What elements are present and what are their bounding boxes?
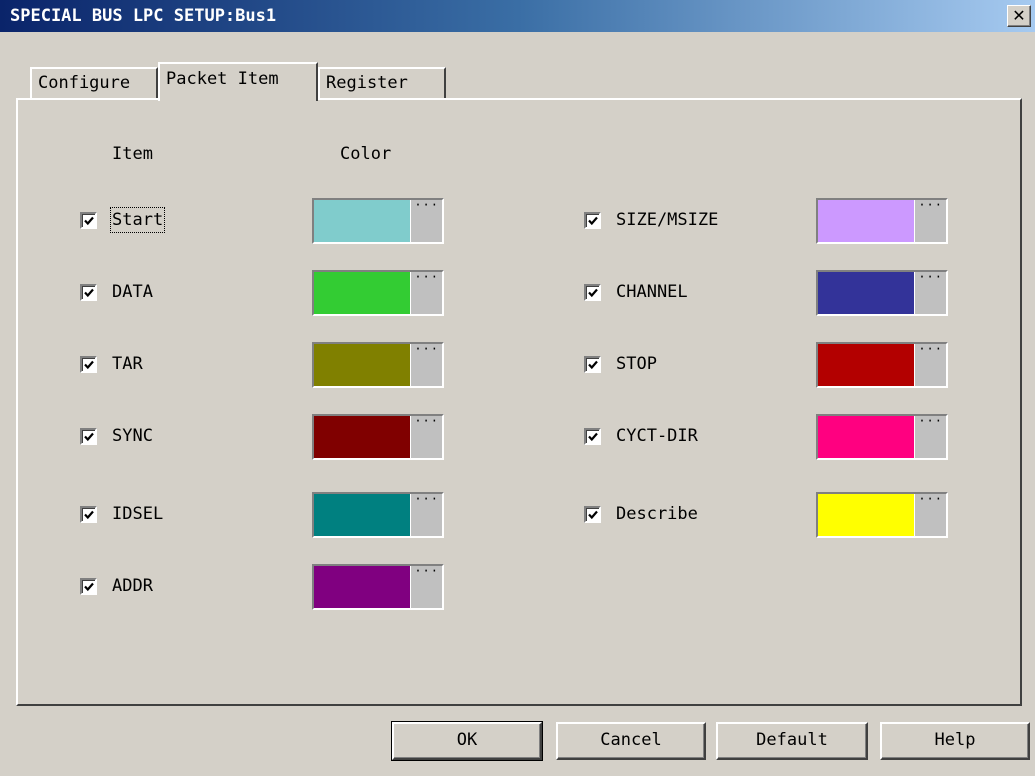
tab-label: Register (326, 73, 408, 93)
close-button[interactable]: ✕ (1007, 5, 1031, 27)
color-swatch[interactable] (818, 200, 914, 242)
tab-label: Configure (38, 73, 131, 93)
tab-label: Packet Item (166, 69, 279, 89)
checkbox-addr[interactable] (80, 578, 97, 595)
checkmark-icon (588, 216, 598, 226)
item-row-cyct-dir: CYCT-DIR ··· (18, 414, 1020, 460)
checkbox-channel[interactable] (584, 284, 601, 301)
tab-register[interactable]: Register (318, 67, 446, 99)
color-picker-addr[interactable]: ··· (312, 564, 444, 610)
window-title: SPECIAL BUS LPC SETUP:Bus1 (10, 6, 277, 26)
ellipsis-button[interactable]: ··· (410, 565, 442, 608)
item-label-size-msize[interactable]: SIZE/MSIZE (616, 209, 718, 231)
item-label-channel[interactable]: CHANNEL (616, 281, 688, 303)
packet-item-panel: Item Color Start ··· DATA ··· TAR ··· SYNC ··· I… (16, 98, 1022, 706)
color-swatch[interactable] (818, 344, 914, 386)
ellipsis-button[interactable]: ··· (914, 343, 946, 386)
color-picker-channel[interactable]: ··· (816, 270, 948, 316)
checkmark-icon (588, 432, 598, 442)
checkbox-stop[interactable] (584, 356, 601, 373)
checkmark-icon (84, 582, 94, 592)
ellipsis-button[interactable]: ··· (914, 493, 946, 536)
item-label-cyct-dir[interactable]: CYCT-DIR (616, 425, 698, 447)
item-label-describe[interactable]: Describe (616, 503, 698, 525)
item-column-header: Item (112, 144, 153, 164)
color-swatch[interactable] (818, 272, 914, 314)
color-picker-stop[interactable]: ··· (816, 342, 948, 388)
ok-button[interactable]: OK (391, 721, 543, 761)
item-row-addr: ADDR ··· (18, 564, 1020, 610)
item-row-stop: STOP ··· (18, 342, 1020, 388)
item-row-channel: CHANNEL ··· (18, 270, 1020, 316)
color-swatch[interactable] (314, 566, 410, 608)
item-row-describe: Describe ··· (18, 492, 1020, 538)
help-button[interactable]: Help (880, 722, 1030, 760)
tab-configure[interactable]: Configure (30, 67, 158, 99)
tab-packet-item[interactable]: Packet Item (158, 62, 318, 101)
checkmark-icon (588, 360, 598, 370)
color-column-header: Color (340, 144, 392, 164)
checkbox-size-msize[interactable] (584, 212, 601, 229)
title-bar: SPECIAL BUS LPC SETUP:Bus1 ✕ (0, 0, 1035, 32)
ellipsis-button[interactable]: ··· (914, 415, 946, 458)
color-picker-size-msize[interactable]: ··· (816, 198, 948, 244)
color-picker-describe[interactable]: ··· (816, 492, 948, 538)
color-picker-cyct-dir[interactable]: ··· (816, 414, 948, 460)
ellipsis-button[interactable]: ··· (914, 199, 946, 242)
close-icon: ✕ (1012, 6, 1026, 25)
cancel-button[interactable]: Cancel (556, 722, 706, 760)
item-label-stop[interactable]: STOP (616, 353, 657, 375)
checkbox-cyct-dir[interactable] (584, 428, 601, 445)
default-button[interactable]: Default (716, 722, 868, 760)
color-swatch[interactable] (818, 494, 914, 536)
item-row-size-msize: SIZE/MSIZE ··· (18, 198, 1020, 244)
checkmark-icon (588, 510, 598, 520)
checkmark-icon (588, 288, 598, 298)
item-label-addr[interactable]: ADDR (112, 575, 153, 597)
color-swatch[interactable] (818, 416, 914, 458)
ellipsis-button[interactable]: ··· (914, 271, 946, 314)
checkbox-describe[interactable] (584, 506, 601, 523)
